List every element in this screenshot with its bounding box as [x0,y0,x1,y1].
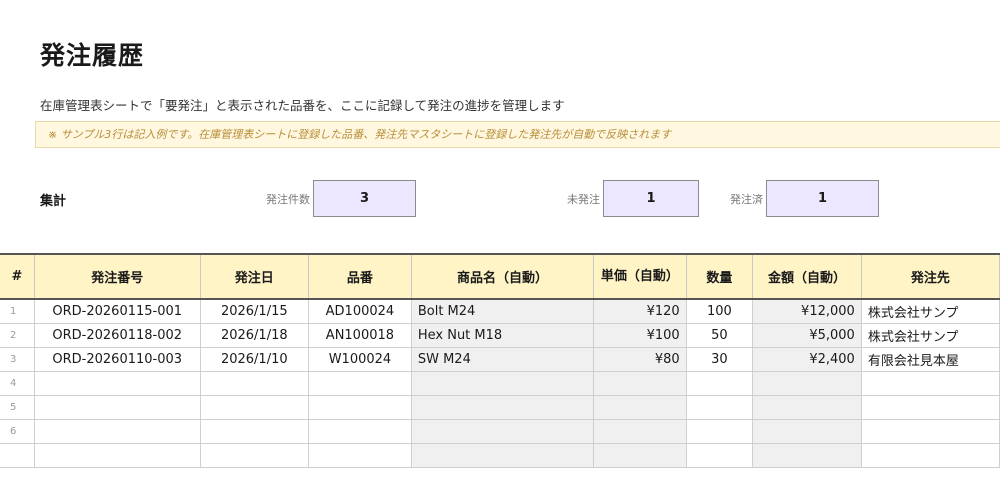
column-header-order-no[interactable]: 発注番号 [34,253,201,300]
amount-cell[interactable] [752,419,862,444]
summary-label: 集計 [40,194,67,209]
product-name-cell[interactable] [411,443,595,468]
part-no-cell[interactable]: AN100018 [308,323,412,348]
product-name-cell[interactable] [411,371,595,396]
quantity-cell[interactable]: 100 [686,299,754,324]
column-header-unit-price[interactable]: 単価（自動） [593,253,687,300]
table-row: 4 [0,371,1000,396]
row-index-cell[interactable]: 1 [0,299,35,324]
column-header-amount[interactable]: 金額（自動） [752,253,862,300]
table-row: 3 ORD-20260110-003 2026/1/10 W100024 SW M24 ¥… [0,347,1000,372]
order-date-cell[interactable]: 2026/1/10 [200,347,310,372]
supplier-cell[interactable] [861,419,1000,444]
part-no-cell[interactable] [308,395,412,420]
order-date-cell[interactable] [200,371,310,396]
supplier-cell[interactable]: 株式会社サンプ [861,323,1000,348]
amount-cell[interactable]: ¥12,000 [752,299,862,324]
product-name-cell[interactable]: Hex Nut M18 [411,323,595,348]
table-row: 2 ORD-20260118-002 2026/1/18 AN100018 Hex Nu… [0,323,1000,348]
unit-price-cell[interactable] [593,395,687,420]
part-no-cell[interactable] [308,419,412,444]
order-no-cell[interactable] [34,443,201,468]
row-index-cell[interactable]: 2 [0,323,35,348]
supplier-cell[interactable] [861,371,1000,396]
unit-price-cell[interactable]: ¥80 [593,347,687,372]
part-no-cell[interactable] [308,371,412,396]
order-no-cell[interactable] [34,395,201,420]
amount-cell[interactable] [752,443,862,468]
order-count-label: 発注件数 [266,193,310,206]
order-date-cell[interactable] [200,443,310,468]
order-history-table: # 発注番号 発注日 品番 商品名（自動） 単価（自動） 数量 金額（自動） 発… [0,253,1000,468]
order-no-cell[interactable] [34,419,201,444]
sample-note: ※ サンプル3行は記入例です。在庫管理表シートに登録した品番、発注先マスタシート… [35,121,1000,148]
supplier-cell[interactable]: 株式会社サンプ [861,299,1000,324]
column-header-index[interactable]: # [0,253,35,300]
part-no-cell[interactable]: W100024 [308,347,412,372]
amount-cell[interactable]: ¥5,000 [752,323,862,348]
row-index-cell[interactable]: 4 [0,371,35,396]
unordered-value[interactable]: 1 [603,180,699,217]
column-header-order-date[interactable]: 発注日 [200,253,310,300]
amount-cell[interactable] [752,395,862,420]
product-name-cell[interactable] [411,395,595,420]
quantity-cell[interactable] [686,443,754,468]
quantity-cell[interactable] [686,395,754,420]
product-name-cell[interactable]: SW M24 [411,347,595,372]
unit-price-cell[interactable]: ¥120 [593,299,687,324]
unit-price-cell[interactable] [593,371,687,396]
supplier-cell[interactable] [861,443,1000,468]
quantity-cell[interactable] [686,419,754,444]
table-row: 6 [0,419,1000,444]
quantity-cell[interactable] [686,371,754,396]
unit-price-cell[interactable]: ¥100 [593,323,687,348]
quantity-cell[interactable]: 50 [686,323,754,348]
table-header-row: # 発注番号 発注日 品番 商品名（自動） 単価（自動） 数量 金額（自動） 発… [0,253,1000,300]
order-count-value[interactable]: 3 [313,180,416,217]
unit-price-cell[interactable] [593,443,687,468]
amount-cell[interactable] [752,371,862,396]
table-row: 1 ORD-20260115-001 2026/1/15 AD100024 Bolt M… [0,299,1000,324]
table-row: 5 [0,395,1000,420]
amount-cell[interactable]: ¥2,400 [752,347,862,372]
product-name-cell[interactable] [411,419,595,444]
page-title: 発注履歴 [40,41,145,70]
order-no-cell[interactable]: ORD-20260118-002 [34,323,201,348]
product-name-cell[interactable]: Bolt M24 [411,299,595,324]
supplier-cell[interactable]: 有限会社見本屋 [861,347,1000,372]
part-no-cell[interactable] [308,443,412,468]
column-header-part-no[interactable]: 品番 [308,253,412,300]
column-header-product-name[interactable]: 商品名（自動） [411,253,595,300]
ordered-label: 発注済 [730,193,763,206]
ordered-value[interactable]: 1 [766,180,879,217]
order-no-cell[interactable]: ORD-20260110-003 [34,347,201,372]
order-no-cell[interactable]: ORD-20260115-001 [34,299,201,324]
column-header-supplier[interactable]: 発注先 [861,253,1000,300]
unit-price-cell[interactable] [593,419,687,444]
unordered-label: 未発注 [567,193,600,206]
column-header-quantity[interactable]: 数量 [686,253,754,300]
order-date-cell[interactable] [200,419,310,444]
order-date-cell[interactable]: 2026/1/18 [200,323,310,348]
row-index-cell[interactable] [0,443,35,468]
row-index-cell[interactable]: 3 [0,347,35,372]
row-index-cell[interactable]: 6 [0,419,35,444]
supplier-cell[interactable] [861,395,1000,420]
table-row [0,443,1000,468]
order-date-cell[interactable]: 2026/1/15 [200,299,310,324]
quantity-cell[interactable]: 30 [686,347,754,372]
page-description: 在庫管理表シートで「要発注」と表示された品番を、ここに記録して発注の進捗を管理し… [40,98,565,113]
part-no-cell[interactable]: AD100024 [308,299,412,324]
order-date-cell[interactable] [200,395,310,420]
order-no-cell[interactable] [34,371,201,396]
row-index-cell[interactable]: 5 [0,395,35,420]
